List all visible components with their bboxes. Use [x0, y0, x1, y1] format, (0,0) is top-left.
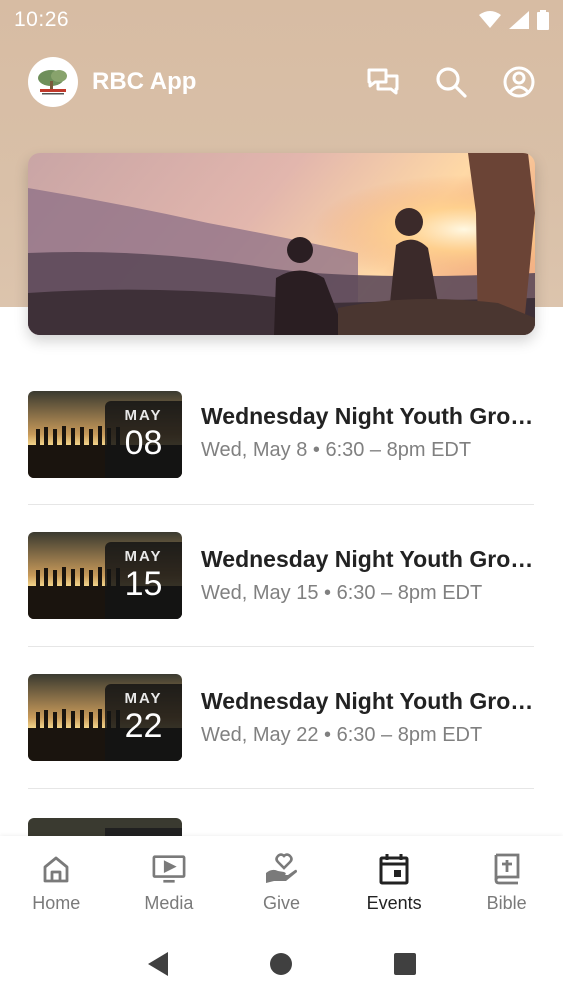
event-subtitle: Wed, May 15 • 6:30 – 8pm EDT [201, 582, 483, 604]
date-badge: MAY 15 [105, 542, 182, 619]
event-text: Wednesday Night Youth Gro… Wed, May 22 •… [201, 688, 534, 747]
tab-label: Home [32, 893, 81, 913]
chat-icon [367, 68, 399, 95]
header-actions [366, 65, 536, 99]
bible-icon [490, 852, 524, 886]
tab-label: Bible [486, 893, 527, 913]
account-icon [503, 66, 535, 98]
hero-image [28, 153, 535, 335]
event-text: Wednesday Night Youth Gro… Wed, May 15 •… [201, 546, 534, 605]
hero-banner[interactable] [28, 153, 535, 335]
event-thumbnail: MAY 22 [28, 674, 182, 761]
event-subtitle: Wed, May 22 • 6:30 – 8pm EDT [201, 724, 483, 746]
bottom-tab-bar: Home Media Give Events Bible [0, 836, 563, 928]
event-subtitle: Wed, May 8 • 6:30 – 8pm EDT [201, 439, 472, 461]
event-item[interactable]: MAY 08 Wednesday Night Youth Gro… Wed, M… [28, 391, 534, 505]
battery-icon [537, 10, 549, 30]
media-icon [152, 852, 186, 886]
status-time: 10:26 [14, 8, 70, 31]
date-month: MAY [124, 690, 163, 707]
date-badge: MAY 08 [105, 401, 182, 478]
date-badge: MAY 22 [105, 684, 182, 761]
wifi-icon [479, 11, 501, 28]
event-item[interactable]: MAY 15 Wednesday Night Youth Gro… Wed, M… [28, 505, 534, 647]
event-list: MAY 08 Wednesday Night Youth Gro… Wed, M… [28, 391, 534, 789]
tab-media[interactable]: Media [113, 836, 226, 928]
event-image [28, 818, 182, 838]
app-header: RBC App [28, 56, 536, 108]
event-item-partial[interactable] [28, 818, 182, 838]
tab-label: Events [366, 893, 422, 913]
event-title: Wednesday Night Youth Gro… [201, 546, 534, 572]
back-icon [147, 952, 168, 976]
date-month: MAY [124, 407, 163, 424]
tab-bible[interactable]: Bible [450, 836, 563, 928]
recents-button[interactable] [385, 944, 425, 984]
status-bar: 10:26 [0, 0, 563, 40]
status-icons [479, 10, 549, 30]
home-nav-button[interactable] [261, 944, 301, 984]
event-item[interactable]: MAY 22 Wednesday Night Youth Gro… Wed, M… [28, 647, 534, 789]
event-title: Wednesday Night Youth Gro… [201, 688, 534, 714]
app-title: RBC App [92, 68, 197, 95]
event-title: Wednesday Night Youth Gro… [201, 403, 534, 429]
tab-label: Media [144, 893, 194, 913]
search-icon [436, 67, 467, 98]
date-month: MAY [124, 548, 163, 565]
profile-button[interactable] [502, 65, 536, 99]
home-icon [39, 852, 73, 886]
event-thumbnail: MAY 08 [28, 391, 182, 478]
tab-give[interactable]: Give [225, 836, 338, 928]
android-nav-bar [0, 928, 563, 1000]
tab-events[interactable]: Events [338, 836, 451, 928]
search-button[interactable] [434, 65, 468, 99]
give-icon [264, 852, 298, 886]
square-recents-icon [394, 953, 417, 975]
signal-icon [509, 11, 529, 29]
messages-button[interactable] [366, 65, 400, 99]
tab-home[interactable]: Home [0, 836, 113, 928]
event-text: Wednesday Night Youth Gro… Wed, May 8 • … [201, 403, 534, 462]
date-day: 22 [124, 707, 163, 745]
date-day: 08 [124, 424, 163, 462]
circle-home-icon [270, 953, 293, 975]
tree-logo-icon [38, 70, 67, 95]
app-logo[interactable] [28, 57, 78, 107]
tab-label: Give [262, 893, 300, 913]
events-icon [377, 852, 411, 886]
back-button[interactable] [138, 944, 178, 984]
event-thumbnail: MAY 15 [28, 532, 182, 619]
date-day: 15 [124, 565, 163, 603]
